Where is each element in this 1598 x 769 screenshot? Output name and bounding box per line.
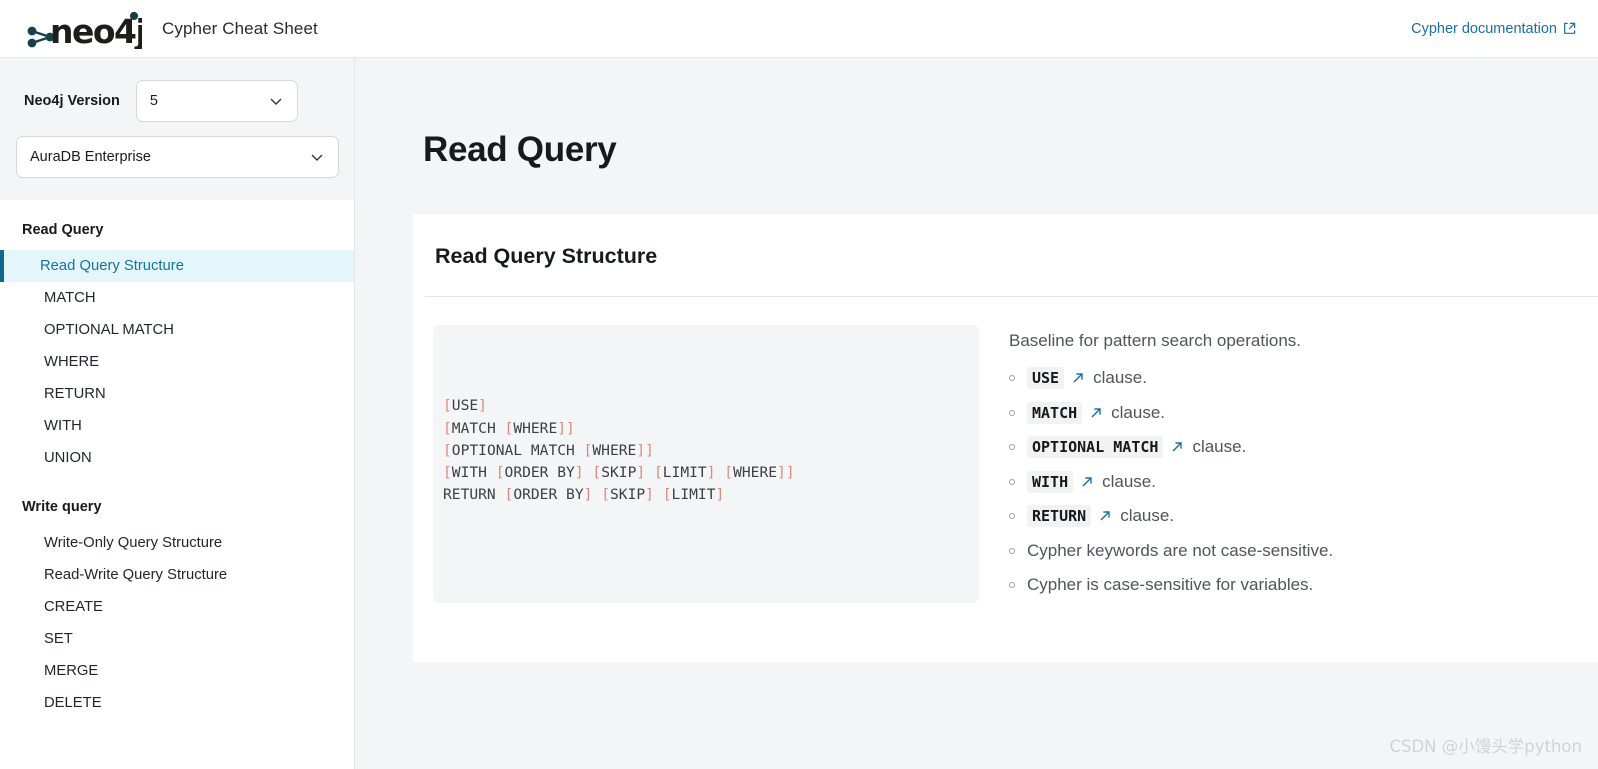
note-text: clause.: [1192, 437, 1247, 457]
arrow-up-right-icon[interactable]: [1080, 475, 1094, 489]
code-line: [USE]: [443, 397, 487, 415]
code-line: [MATCH [WHERE]]: [443, 419, 575, 437]
bullet-icon: [1009, 409, 1015, 416]
note-text: clause.: [1120, 506, 1175, 526]
notes-intro: Baseline for pattern search operations.: [1009, 331, 1302, 350]
note-item: WITH clause.: [1009, 465, 1333, 500]
version-select[interactable]: 5: [135, 80, 298, 122]
sidebar-item-label: OPTIONAL MATCH: [44, 322, 174, 338]
cypher-documentation-label: Cypher documentation: [1411, 20, 1557, 37]
brand: neo4j Cypher Cheat Sheet: [24, 9, 318, 49]
sidebar-item-label: CREATE: [44, 599, 103, 615]
sidebar-item-label: MERGE: [44, 663, 99, 679]
sidebar-item-label: Read-Write Query Structure: [44, 567, 228, 583]
card-heading: Read Query Structure: [435, 244, 658, 268]
content-card: Read Query Structure [USE] [MATCH [WHERE]…: [413, 214, 1598, 662]
note-text: clause.: [1111, 402, 1166, 422]
note-item: Cypher keywords are not case-sensitive.: [1009, 534, 1333, 569]
sidebar-item-with[interactable]: WITH: [0, 410, 354, 442]
page-title: Read Query: [423, 130, 617, 169]
sidebar-item-write-only-query-structure[interactable]: Write-Only Query Structure: [0, 527, 354, 559]
sidebar-item-label: Write-Only Query Structure: [44, 535, 223, 551]
sidebar-item-read-write-query-structure[interactable]: Read-Write Query Structure: [0, 559, 354, 591]
chevron-down-icon: [309, 149, 325, 165]
sidebar-item-where[interactable]: WHERE: [0, 346, 354, 378]
note-text: clause.: [1102, 471, 1156, 491]
notes-panel: Baseline for pattern search operations. …: [1009, 325, 1333, 603]
arrow-up-right-icon[interactable]: [1098, 509, 1112, 523]
bullet-icon: [1009, 513, 1015, 520]
note-item: OPTIONAL MATCH clause.: [1009, 430, 1333, 465]
edition-select[interactable]: AuraDB Enterprise: [16, 136, 339, 178]
cypher-documentation-link[interactable]: Cypher documentation: [1411, 21, 1576, 37]
clause-keyword: RETURN: [1027, 505, 1092, 528]
clause-keyword: USE: [1027, 367, 1065, 390]
version-label: Neo4j Version: [24, 93, 120, 109]
note-text: Cypher is case-sensitive for variables.: [1027, 575, 1314, 595]
bullet-icon: [1009, 478, 1015, 485]
sidebar-item-label: Read Query Structure: [40, 258, 184, 274]
code-line: RETURN [ORDER BY] [SKIP] [LIMIT]: [443, 486, 725, 504]
csdn-watermark: CSDN @小馒头学python: [1389, 737, 1582, 756]
note-item: RETURN clause.: [1009, 499, 1333, 534]
sidebar-item-delete[interactable]: DELETE: [0, 687, 354, 719]
bullet-icon: [1009, 582, 1015, 589]
svg-text:neo4j: neo4j: [50, 12, 142, 49]
sidebar-item-label: WHERE: [44, 354, 100, 370]
version-select-value: 5: [149, 93, 158, 109]
edition-select-value: AuraDB Enterprise: [30, 149, 151, 165]
sidebar-item-create[interactable]: CREATE: [0, 591, 354, 623]
arrow-up-right-icon[interactable]: [1170, 440, 1184, 454]
note-item: Cypher is case-sensitive for variables.: [1009, 568, 1333, 603]
note-text: Cypher keywords are not case-sensitive.: [1027, 540, 1334, 560]
sidebar-nav: Read Query Read Query Structure MATCH OP…: [0, 200, 354, 719]
external-link-icon: [1563, 22, 1576, 35]
clause-keyword: WITH: [1027, 470, 1074, 493]
sidebar-item-label: DELETE: [44, 695, 102, 711]
app-title: Cypher Cheat Sheet: [162, 18, 318, 38]
clause-keyword: OPTIONAL MATCH: [1027, 436, 1164, 459]
bullet-icon: [1009, 375, 1015, 382]
code-line: [WITH [ORDER BY] [SKIP] [LIMIT] [WHERE]]: [443, 464, 795, 482]
sidebar-item-read-query-structure[interactable]: Read Query Structure: [0, 250, 354, 282]
page-layout: Neo4j Version 5 AuraDB Enterprise Read Q…: [0, 58, 1598, 769]
code-line: [OPTIONAL MATCH [WHERE]]: [443, 441, 654, 459]
sidebar-item-label: MATCH: [44, 290, 96, 306]
note-text: clause.: [1093, 368, 1147, 388]
arrow-up-right-icon[interactable]: [1071, 371, 1085, 385]
sidebar-item-return[interactable]: RETURN: [0, 378, 354, 410]
sidebar-item-optional-match[interactable]: OPTIONAL MATCH: [0, 314, 354, 346]
sidebar: Neo4j Version 5 AuraDB Enterprise Read Q…: [0, 58, 355, 769]
neo4j-graph-logo-icon[interactable]: neo4j: [24, 9, 142, 49]
app-header: neo4j Cypher Cheat Sheet Cypher document…: [0, 0, 1598, 58]
note-item: MATCH clause.: [1009, 396, 1333, 431]
sidebar-item-label: UNION: [44, 450, 92, 466]
note-item: USE clause.: [1009, 361, 1333, 396]
sidebar-filters: Neo4j Version 5 AuraDB Enterprise: [0, 58, 354, 200]
bullet-icon: [1009, 444, 1015, 451]
sidebar-item-match[interactable]: MATCH: [0, 282, 354, 314]
sidebar-item-union[interactable]: UNION: [0, 442, 354, 474]
chevron-down-icon: [268, 93, 284, 109]
sidebar-item-merge[interactable]: MERGE: [0, 655, 354, 687]
nav-group-title-write: Write query: [22, 499, 102, 515]
sidebar-item-label: RETURN: [44, 386, 106, 402]
sidebar-item-label: SET: [44, 631, 73, 647]
nav-group-title-read: Read Query: [22, 222, 104, 238]
version-row: Neo4j Version 5: [16, 80, 338, 122]
card-body: [USE] [MATCH [WHERE]] [OPTIONAL MATCH [WHE…: [413, 297, 1598, 603]
bullet-icon: [1009, 547, 1015, 554]
sidebar-item-set[interactable]: SET: [0, 623, 354, 655]
main-content: Read Query Read Query Structure [USE] [MA…: [355, 58, 1598, 769]
code-block: [USE] [MATCH [WHERE]] [OPTIONAL MATCH [WHE…: [433, 325, 979, 603]
arrow-up-right-icon[interactable]: [1089, 406, 1103, 420]
notes-list: USE clause. MATCH clause. OPTIONAL MATCH clau…: [1009, 361, 1333, 603]
clause-keyword: MATCH: [1027, 401, 1083, 424]
sidebar-item-label: WITH: [44, 418, 82, 434]
